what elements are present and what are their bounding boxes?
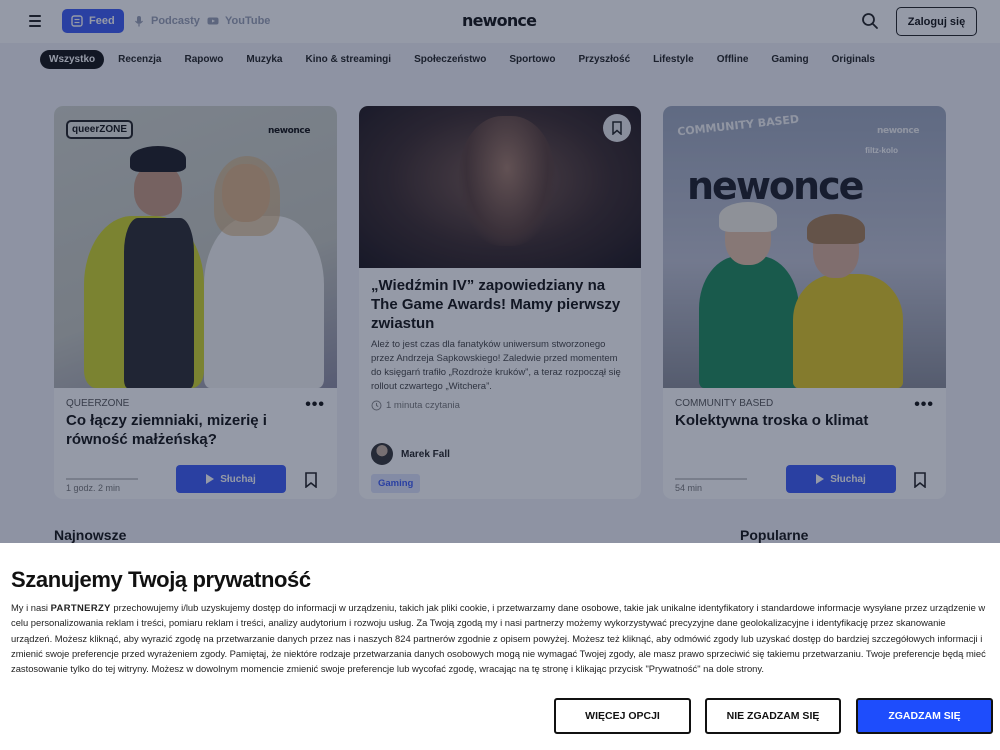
partners-link[interactable]: PARTNERZY: [51, 602, 111, 613]
consent-text: My i nasi PARTNERZY przechowujemy i/lub …: [11, 600, 989, 676]
modal-backdrop: [0, 0, 1000, 543]
consent-text-prefix: My i nasi: [11, 602, 51, 613]
consent-title: Szanujemy Twoją prywatność: [11, 567, 311, 592]
more-options-button[interactable]: WIĘCEJ OPCJI: [554, 698, 691, 734]
cookie-consent-banner: Szanujemy Twoją prywatność My i nasi PAR…: [0, 543, 1000, 750]
reject-button[interactable]: NIE ZGADZAM SIĘ: [705, 698, 841, 734]
consent-text-body: przechowujemy i/lub uzyskujemy dostęp do…: [11, 602, 986, 675]
accept-button[interactable]: ZGADZAM SIĘ: [856, 698, 993, 734]
